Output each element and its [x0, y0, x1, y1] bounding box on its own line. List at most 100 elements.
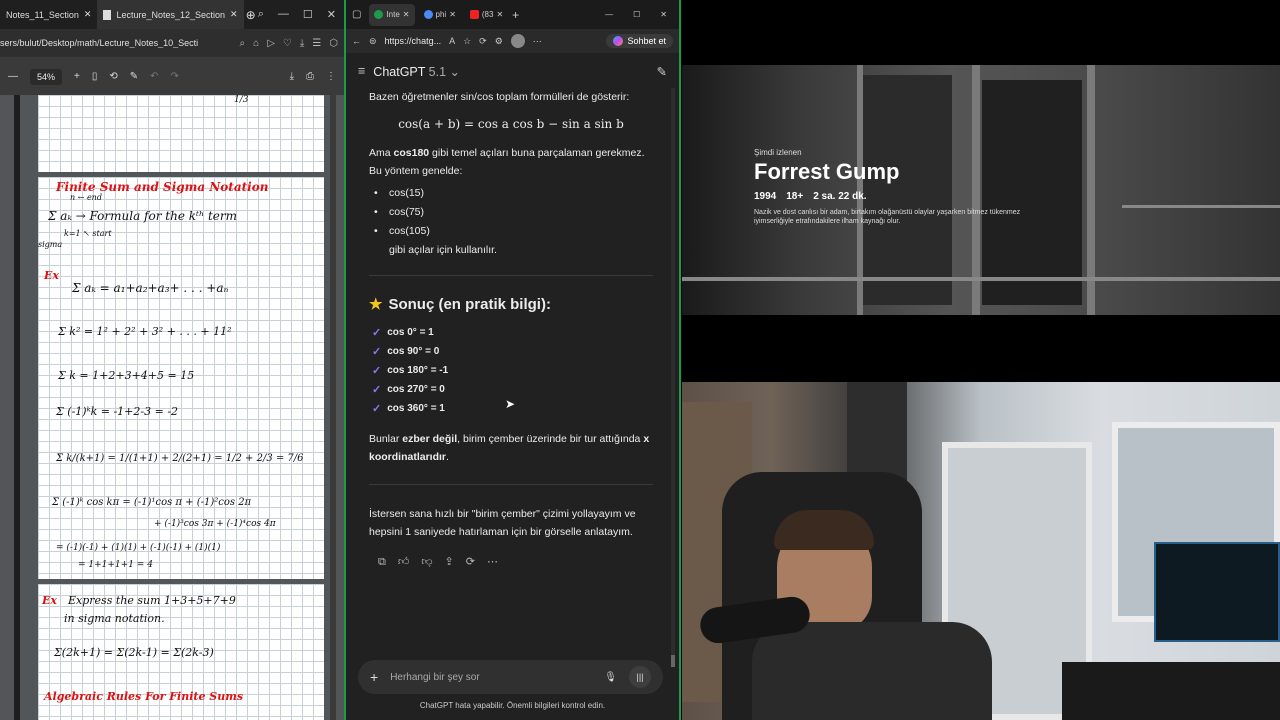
- example-label: Ex: [44, 269, 59, 282]
- list-item: ✓ cos 180° = -1: [372, 362, 666, 380]
- minimize-icon[interactable]: —: [278, 8, 289, 21]
- read-aloud-icon[interactable]: A: [449, 36, 455, 46]
- save-icon[interactable]: ⤓: [290, 71, 294, 82]
- read-aloud-icon[interactable]: ⌂: [253, 38, 259, 49]
- share-icon[interactable]: ⇪: [445, 553, 454, 571]
- tab-actions-icon[interactable]: ▢: [352, 9, 361, 20]
- copilot-chat-button[interactable]: Sohbet et: [606, 34, 673, 48]
- heading-text: Sonuç (en pratik bilgi):: [388, 296, 551, 313]
- chat-scroll-thumb[interactable]: [671, 655, 675, 667]
- extension-icon[interactable]: ⬡: [329, 38, 338, 49]
- notes-line: n ← end: [70, 193, 102, 202]
- chat-scrollbar[interactable]: [671, 88, 675, 660]
- undo-icon[interactable]: ↶: [150, 71, 158, 82]
- regenerate-icon[interactable]: ⟳: [466, 553, 475, 571]
- movie-info: Şimdi izlenen Forrest Gump 1994 18+ 2 sa…: [754, 148, 1029, 226]
- zoom-level[interactable]: 54%: [30, 68, 63, 85]
- prompt-input[interactable]: + Herhangi bir şey sor 🎙︎ |||: [358, 660, 663, 694]
- draw-icon[interactable]: ✎: [130, 71, 138, 82]
- text: , birim çember üzerinde bir tur attığınd…: [457, 433, 644, 445]
- movie-meta: 1994 18+ 2 sa. 22 dk.: [754, 191, 1029, 202]
- message-paragraph: Bunlar ezber değil, birim çember üzerind…: [369, 430, 666, 466]
- microphone-icon[interactable]: 🎙︎: [604, 672, 617, 683]
- close-window-icon[interactable]: ✕: [327, 8, 336, 21]
- more-icon[interactable]: ⋯: [533, 36, 542, 47]
- movie-player[interactable]: Şimdi izlenen Forrest Gump 1994 18+ 2 sa…: [682, 0, 1280, 382]
- check-icon: ✓: [372, 365, 382, 377]
- favorite-icon[interactable]: ♡: [283, 38, 292, 49]
- pdf-scrollbar[interactable]: [330, 95, 336, 720]
- new-tab-icon[interactable]: +: [512, 8, 519, 22]
- zoom-in-icon[interactable]: +: [74, 71, 80, 82]
- print-icon[interactable]: ⎙: [306, 71, 314, 82]
- thumbnail-strip[interactable]: [14, 95, 20, 720]
- new-chat-icon[interactable]: ✎: [657, 64, 667, 79]
- notes-line: Σ (-1)ᵏ cos kπ = (-1)¹cos π + (-1)²cos 2…: [52, 497, 252, 508]
- bold-text: cos180: [393, 147, 430, 159]
- voice-mode-icon[interactable]: |||: [629, 666, 651, 688]
- attach-plus-icon[interactable]: +: [370, 669, 378, 685]
- chat-tab[interactable]: Inte ✕: [369, 3, 415, 26]
- search-icon[interactable]: ⌕: [258, 8, 264, 21]
- pdf-tab-notes-12[interactable]: Lecture_Notes_12_Section ✕: [97, 0, 244, 29]
- minimize-icon[interactable]: —: [605, 10, 613, 19]
- fit-page-icon[interactable]: ▯: [92, 71, 98, 82]
- chat-tab[interactable]: phi ✕: [419, 4, 461, 26]
- more-icon[interactable]: ⋯: [487, 553, 498, 571]
- favorite-star-icon[interactable]: ☆: [463, 36, 471, 47]
- redo-icon[interactable]: ↷: [171, 71, 179, 82]
- maximize-icon[interactable]: ☐: [633, 10, 640, 19]
- site-info-icon[interactable]: ⊜: [369, 36, 377, 47]
- profile-avatar[interactable]: [510, 34, 525, 48]
- play-icon[interactable]: ▷: [267, 38, 275, 49]
- more-icon[interactable]: ⋮: [326, 71, 336, 82]
- close-icon[interactable]: ✕: [84, 9, 92, 20]
- tab-label: phi: [435, 10, 447, 19]
- model-name: ChatGPT: [373, 64, 426, 79]
- pdf-tab-strip: Notes_11_Section ✕ Lecture_Notes_12_Sect…: [0, 0, 344, 29]
- pdf-page: Finite Sum and Sigma Notation n ← end Σ …: [38, 177, 324, 579]
- porch-rail: [682, 277, 1280, 281]
- movie-description: Nazik ve dost canlısı bir adam, birtakım…: [754, 209, 1021, 225]
- message-paragraph: İstersen sana hızlı bir "birim çember" ç…: [369, 508, 636, 538]
- bullet-list: cos(15) cos(75) cos(105): [372, 184, 666, 240]
- close-icon[interactable]: ✕: [496, 10, 503, 19]
- pdf-tab-notes-11[interactable]: Notes_11_Section ✕: [0, 0, 97, 29]
- close-window-icon[interactable]: ✕: [660, 10, 667, 19]
- thumbs-down-icon[interactable]: 👎︎: [421, 553, 432, 571]
- menu-icon[interactable]: ☰: [312, 38, 321, 49]
- back-icon[interactable]: ←: [352, 36, 361, 46]
- copy-icon[interactable]: ⧉: [378, 553, 386, 571]
- close-icon[interactable]: ✕: [449, 10, 456, 19]
- close-icon[interactable]: ✕: [230, 9, 238, 20]
- notes-next-title: Algebraic Rules For Finite Sums: [44, 690, 244, 703]
- thumbs-up-icon[interactable]: 👍︎: [398, 553, 410, 571]
- address-input[interactable]: sers/bulut/Desktop/math/Lecture_Notes_10…: [0, 38, 232, 48]
- tab-label: Notes_11_Section: [6, 9, 79, 20]
- text: Ama: [369, 147, 394, 159]
- webcam-feed: [682, 382, 1280, 720]
- refresh-icon[interactable]: ⟳: [479, 36, 487, 47]
- pdf-toolbar: — 54% + ▯ ⟲ ✎ ↶ ↷ ⤓ ⎙ ⋮: [0, 58, 344, 95]
- prompt-placeholder[interactable]: Herhangi bir şey sor: [390, 672, 479, 683]
- tab-label: Lecture_Notes_12_Section: [116, 9, 226, 20]
- youtube-icon: [469, 10, 479, 19]
- new-tab-icon[interactable]: ⊕: [246, 8, 256, 22]
- download-icon[interactable]: ⤓: [300, 38, 304, 49]
- find-icon[interactable]: ⌕: [240, 38, 246, 49]
- rotate-icon[interactable]: ⟲: [109, 71, 117, 82]
- now-watching-label: Şimdi izlenen: [754, 148, 802, 157]
- close-icon[interactable]: ✕: [403, 10, 410, 19]
- divider: [369, 275, 653, 276]
- zoom-out-icon[interactable]: —: [8, 71, 18, 82]
- sidebar-toggle-icon[interactable]: ≡: [358, 64, 365, 78]
- notes-line: Σ aₖ = a₁+a₂+a₃+ . . . +aₙ: [72, 281, 229, 295]
- chat-tab[interactable]: (83 ✕: [465, 4, 508, 26]
- url-field[interactable]: https://chatg...: [385, 36, 442, 46]
- list-item: ✓ cos 270° = 0: [372, 381, 666, 399]
- model-selector[interactable]: ChatGPT 5.1 ⌄: [373, 64, 460, 79]
- maximize-icon[interactable]: ☐: [303, 8, 313, 21]
- extensions-icon[interactable]: ⚙: [495, 36, 503, 47]
- pdf-viewer[interactable]: 1/3 Finite Sum and Sigma Notation n ← en…: [0, 95, 344, 720]
- notes-line: Express the sum 1+3+5+7+9: [68, 594, 236, 607]
